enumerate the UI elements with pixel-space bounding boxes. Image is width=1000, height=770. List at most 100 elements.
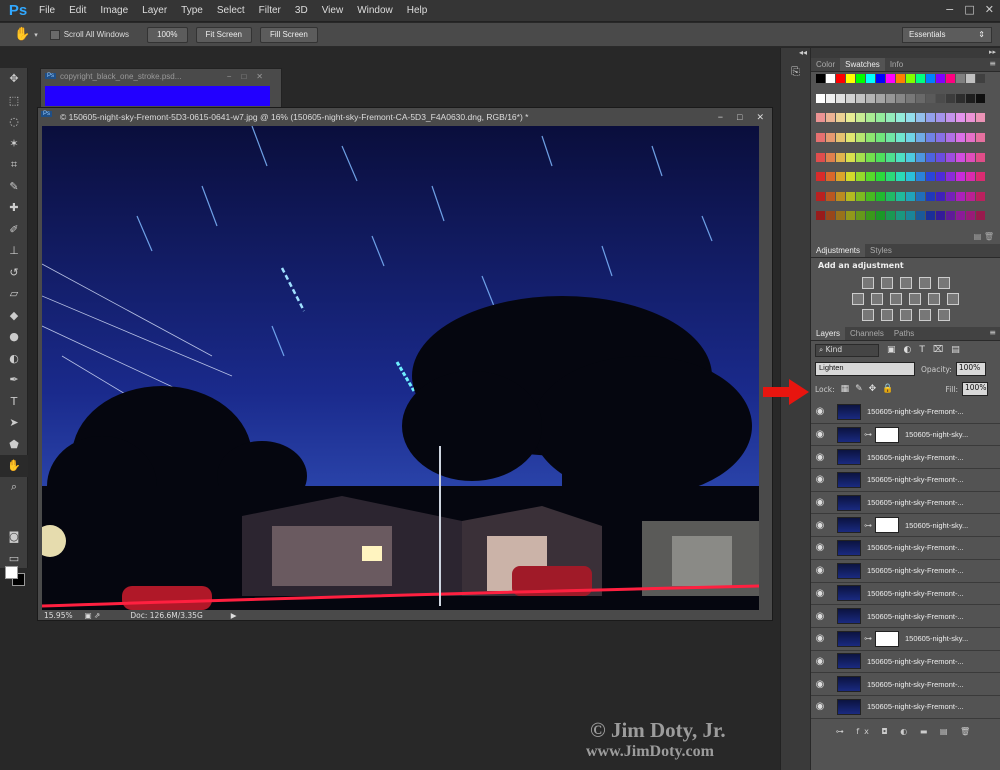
- color-swatch[interactable]: [816, 172, 825, 182]
- color-swatch[interactable]: [936, 191, 945, 201]
- color-swatch[interactable]: [876, 152, 885, 162]
- color-swatch[interactable]: [866, 113, 875, 123]
- color-swatch[interactable]: [976, 172, 985, 182]
- link-icon[interactable]: ⊶: [864, 521, 872, 530]
- color-swatch[interactable]: [826, 132, 835, 142]
- color-swatch[interactable]: [836, 74, 845, 83]
- menu-help[interactable]: Help: [400, 5, 435, 16]
- color-swatch[interactable]: [856, 152, 865, 162]
- color-swatch[interactable]: [946, 74, 955, 83]
- visibility-eye-icon[interactable]: ◉: [811, 429, 829, 440]
- color-swatch[interactable]: [926, 93, 935, 103]
- color-swatch[interactable]: [896, 132, 905, 142]
- color-swatch[interactable]: [956, 191, 965, 201]
- color-swatch[interactable]: [926, 152, 935, 162]
- close-icon[interactable]: ✕: [985, 3, 994, 16]
- color-swatch[interactable]: [836, 172, 845, 182]
- blend-mode-select[interactable]: Lighten: [815, 362, 915, 376]
- color-swatch[interactable]: [976, 74, 985, 83]
- gradient-map-icon[interactable]: [937, 309, 950, 321]
- hand-tool-icon[interactable]: ✋: [14, 27, 30, 42]
- layer-row[interactable]: ◉ ⊶ 150605-night-sky...: [811, 514, 1000, 538]
- zoom-level[interactable]: 15.95%: [44, 611, 73, 620]
- color-swatch[interactable]: [916, 93, 925, 103]
- exposure-icon[interactable]: [918, 277, 931, 289]
- menu-type[interactable]: Type: [174, 5, 210, 16]
- eyedropper-tool-icon[interactable]: ✎: [0, 176, 28, 198]
- opacity-input[interactable]: 100%: [955, 362, 986, 376]
- color-swatch[interactable]: [846, 152, 855, 162]
- back-doc-controls-icon[interactable]: −□✕: [227, 72, 273, 81]
- link-icon[interactable]: ⊶: [864, 634, 872, 643]
- menu-3d[interactable]: 3D: [288, 5, 315, 16]
- color-swatch[interactable]: [876, 93, 885, 103]
- visibility-eye-icon[interactable]: ◉: [811, 701, 829, 712]
- color-swatch[interactable]: [816, 211, 825, 221]
- shape-tool-icon[interactable]: ⬟: [0, 434, 28, 456]
- color-swatch[interactable]: [916, 74, 925, 83]
- color-swatch[interactable]: [966, 132, 975, 142]
- color-swatch[interactable]: [926, 132, 935, 142]
- layer-mask-thumbnail[interactable]: [875, 517, 899, 534]
- color-swatch[interactable]: [936, 132, 945, 142]
- history-brush-icon[interactable]: ↺: [0, 262, 28, 284]
- color-swatch[interactable]: [866, 74, 875, 83]
- vibrance-icon[interactable]: [937, 277, 950, 289]
- color-swatch[interactable]: [966, 152, 975, 162]
- color-swatch[interactable]: [966, 74, 975, 83]
- layer-row[interactable]: ◉ 150605-night-sky-Fremont-...: [811, 537, 1000, 560]
- color-swatch[interactable]: [936, 93, 945, 103]
- threshold-icon[interactable]: [899, 309, 912, 321]
- visibility-eye-icon[interactable]: ◉: [811, 406, 829, 417]
- color-lookup-icon[interactable]: [947, 293, 959, 305]
- collapse-panels-icon[interactable]: ▸▸: [811, 48, 1000, 58]
- swatch-grid[interactable]: [811, 72, 1000, 232]
- color-swatch[interactable]: [896, 93, 905, 103]
- color-swatch[interactable]: [816, 191, 825, 201]
- color-swatch[interactable]: [906, 191, 915, 201]
- maximize-icon[interactable]: □: [964, 3, 974, 16]
- color-swatch[interactable]: [886, 93, 895, 103]
- color-swatch[interactable]: [946, 172, 955, 182]
- color-balance-icon[interactable]: [871, 293, 883, 305]
- color-swatch[interactable]: [956, 211, 965, 221]
- layer-row[interactable]: ◉ 150605-night-sky-Fremont-...: [811, 673, 1000, 696]
- tab-layers[interactable]: Layers: [811, 327, 846, 340]
- workspace-select[interactable]: Essentials ⇕: [902, 27, 992, 43]
- color-swatch[interactable]: [846, 191, 855, 201]
- levels-icon[interactable]: [880, 277, 893, 289]
- color-swatch[interactable]: [816, 152, 825, 162]
- menu-layer[interactable]: Layer: [135, 5, 174, 16]
- menu-select[interactable]: Select: [210, 5, 252, 16]
- visibility-eye-icon[interactable]: ◉: [811, 520, 829, 531]
- dodge-tool-icon[interactable]: ◐: [0, 348, 28, 370]
- color-swatch[interactable]: [916, 211, 925, 221]
- brush-tool-icon[interactable]: ✐: [0, 219, 28, 241]
- layer-row[interactable]: ◉ 150605-night-sky-Fremont-...: [811, 695, 1000, 719]
- color-swatch[interactable]: [886, 191, 895, 201]
- layers-footer-icons[interactable]: ⊶ fx ◘ ◐ ▬ ▤ 🗑: [811, 727, 1000, 741]
- layer-filter-select[interactable]: ⌕ Kind: [815, 343, 879, 357]
- color-swatch[interactable]: [836, 152, 845, 162]
- color-swatch[interactable]: [916, 132, 925, 142]
- color-swatch[interactable]: [836, 132, 845, 142]
- color-swatch[interactable]: [976, 152, 985, 162]
- color-swatch[interactable]: [816, 113, 825, 123]
- pen-tool-icon[interactable]: ✒: [0, 369, 28, 391]
- type-tool-icon[interactable]: T: [0, 391, 28, 413]
- panel-menu-icon[interactable]: ≡: [985, 58, 1000, 71]
- layer-row[interactable]: ◉ 150605-night-sky-Fremont-...: [811, 559, 1000, 583]
- magic-wand-tool-icon[interactable]: ✶: [0, 133, 28, 155]
- color-swatch[interactable]: [836, 211, 845, 221]
- color-swatch[interactable]: [866, 191, 875, 201]
- chevron-down-icon[interactable]: ▾: [34, 31, 38, 39]
- color-swatch[interactable]: [876, 113, 885, 123]
- color-swatch[interactable]: [886, 113, 895, 123]
- color-swatch[interactable]: [826, 74, 835, 83]
- color-swatch[interactable]: [876, 211, 885, 221]
- color-swatch[interactable]: [906, 211, 915, 221]
- color-swatch[interactable]: [846, 172, 855, 182]
- move-tool-icon[interactable]: ✥: [0, 68, 28, 90]
- color-swatch[interactable]: [916, 191, 925, 201]
- paint-bucket-icon[interactable]: ◆: [0, 305, 28, 327]
